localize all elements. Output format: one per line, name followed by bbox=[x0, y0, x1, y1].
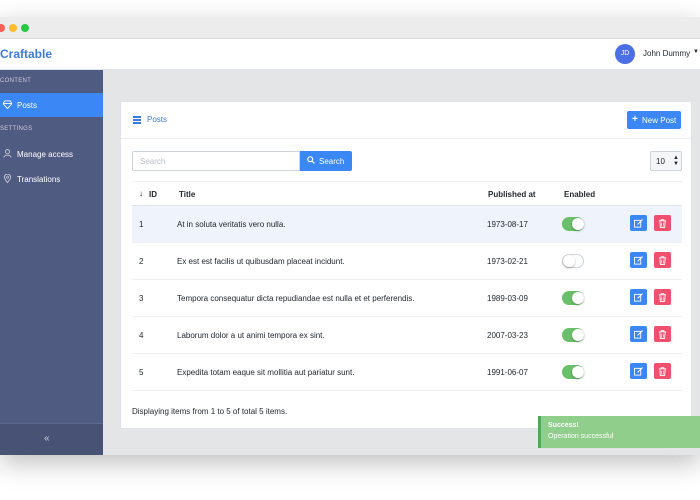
table-row[interactable]: 4 Laborum dolor a ut animi tempora ex sin… bbox=[132, 317, 682, 354]
search-input[interactable] bbox=[132, 151, 300, 171]
sidebar-footer: « bbox=[0, 423, 103, 455]
edit-icon bbox=[634, 367, 643, 376]
trash-icon bbox=[658, 256, 667, 265]
sidebar-section-content: CONTENT bbox=[0, 78, 32, 84]
delete-button[interactable] bbox=[654, 252, 671, 268]
row-published: 2007-03-23 bbox=[487, 331, 528, 340]
collapse-sidebar-icon[interactable]: « bbox=[44, 433, 50, 444]
close-window-button[interactable] bbox=[0, 24, 5, 32]
edit-button[interactable] bbox=[630, 289, 647, 305]
column-header-enabled[interactable]: Enabled bbox=[564, 190, 595, 199]
user-icon bbox=[3, 149, 12, 158]
minimize-window-button[interactable] bbox=[9, 24, 17, 32]
enabled-toggle[interactable] bbox=[562, 254, 584, 268]
avatar[interactable]: JD bbox=[615, 44, 635, 64]
row-title: Expedita totam eaque sit mollitia aut pa… bbox=[177, 368, 355, 377]
plus-icon: + bbox=[632, 114, 638, 125]
edit-button[interactable] bbox=[630, 326, 647, 342]
page-title: Posts bbox=[147, 115, 168, 124]
column-header-id[interactable]: ID bbox=[149, 190, 157, 199]
edit-icon bbox=[634, 330, 643, 339]
toast-title: Success! bbox=[548, 422, 579, 429]
delete-button[interactable] bbox=[654, 363, 671, 379]
pagination-summary: Displaying items from 1 to 5 of total 5 … bbox=[132, 407, 288, 416]
toggle-knob bbox=[572, 329, 584, 341]
delete-button[interactable] bbox=[654, 215, 671, 231]
row-published: 1973-02-21 bbox=[487, 257, 528, 266]
edit-button[interactable] bbox=[630, 252, 647, 268]
toggle-knob bbox=[572, 292, 584, 304]
column-header-published[interactable]: Published at bbox=[488, 190, 536, 199]
edit-icon bbox=[634, 219, 643, 228]
toggle-knob bbox=[563, 255, 575, 267]
table-header: ↓ ID Title Published at Enabled bbox=[132, 181, 682, 206]
row-id: 3 bbox=[139, 294, 144, 303]
card-header: Posts + New Post bbox=[121, 102, 691, 139]
column-header-title[interactable]: Title bbox=[179, 190, 195, 199]
location-icon bbox=[3, 173, 12, 184]
list-icon bbox=[133, 116, 141, 124]
table-row[interactable]: 5 Expedita totam eaque sit mollitia aut p… bbox=[132, 354, 682, 391]
edit-icon bbox=[634, 256, 643, 265]
toggle-knob bbox=[572, 366, 584, 378]
edit-button[interactable] bbox=[630, 363, 647, 379]
search-button[interactable]: Search bbox=[300, 151, 352, 171]
delete-button[interactable] bbox=[654, 289, 671, 305]
sidebar-item-label: Posts bbox=[17, 101, 38, 110]
row-id: 1 bbox=[139, 220, 144, 229]
row-id: 5 bbox=[139, 368, 144, 377]
trash-icon bbox=[658, 293, 667, 302]
sidebar-item-label: Manage access bbox=[17, 150, 74, 159]
diamond-icon bbox=[2, 100, 13, 110]
app-header: Craftable JD John Dummy ▼ bbox=[0, 39, 700, 70]
caret-down-icon[interactable]: ▼ bbox=[693, 49, 699, 55]
table-row[interactable]: 3 Tempora consequatur dicta repudiandae e… bbox=[132, 280, 682, 317]
app-window: Craftable JD John Dummy ▼ CONTENT Posts … bbox=[0, 17, 700, 455]
maximize-window-button[interactable] bbox=[21, 24, 29, 32]
trash-icon bbox=[658, 219, 667, 228]
delete-button[interactable] bbox=[654, 326, 671, 342]
enabled-toggle[interactable] bbox=[562, 217, 584, 231]
toast-message: Operation successful bbox=[548, 433, 614, 440]
row-title: Laborum dolor a ut animi tempora ex sint… bbox=[177, 331, 325, 340]
sidebar-item-posts[interactable]: Posts bbox=[0, 93, 103, 117]
search-icon bbox=[307, 156, 315, 164]
row-published: 1989-03-09 bbox=[487, 294, 528, 303]
enabled-toggle[interactable] bbox=[562, 365, 584, 379]
enabled-toggle[interactable] bbox=[562, 328, 584, 342]
edit-button[interactable] bbox=[630, 215, 647, 231]
sidebar-section-settings: SETTINGS bbox=[0, 126, 33, 132]
row-published: 1973-08-17 bbox=[487, 220, 528, 229]
trash-icon bbox=[658, 367, 667, 376]
success-toast[interactable]: Success! Operation successful bbox=[538, 416, 700, 448]
up-down-arrows-icon: ▲ ▼ bbox=[673, 155, 679, 167]
toggle-knob bbox=[572, 218, 584, 230]
posts-card: Posts + New Post Search 10 ▲▼ ↓ ID Title… bbox=[120, 101, 692, 429]
window-titlebar bbox=[0, 17, 700, 39]
sidebar-item-label: Translations bbox=[17, 175, 61, 184]
sidebar-item-translations[interactable]: Translations bbox=[0, 167, 103, 191]
row-id: 2 bbox=[139, 257, 144, 266]
sidebar: CONTENT Posts SETTINGS Manage access Tra… bbox=[0, 70, 103, 455]
new-post-button[interactable]: + New Post bbox=[627, 111, 681, 129]
row-title: At in soluta veritatis vero nulla. bbox=[177, 220, 286, 229]
per-page-select[interactable]: 10 ▲ ▼ bbox=[650, 151, 682, 171]
trash-icon bbox=[658, 330, 667, 339]
brand-logo[interactable]: Craftable bbox=[0, 47, 52, 61]
table-row[interactable]: 1 At in soluta veritatis vero nulla. 1973-… bbox=[132, 206, 682, 243]
row-id: 4 bbox=[139, 331, 144, 340]
sidebar-item-manage-access[interactable]: Manage access bbox=[0, 142, 103, 166]
enabled-toggle[interactable] bbox=[562, 291, 584, 305]
row-title: Ex est est facilis ut quibusdam placeat … bbox=[177, 257, 345, 266]
sort-icon[interactable]: ↓ bbox=[139, 189, 143, 198]
table-row[interactable]: 2 Ex est est facilis ut quibusdam placeat… bbox=[132, 243, 682, 280]
row-title: Tempora consequatur dicta repudiandae es… bbox=[177, 294, 415, 303]
user-menu-name[interactable]: John Dummy bbox=[643, 49, 690, 58]
edit-icon bbox=[634, 293, 643, 302]
row-published: 1991-06-07 bbox=[487, 368, 528, 377]
